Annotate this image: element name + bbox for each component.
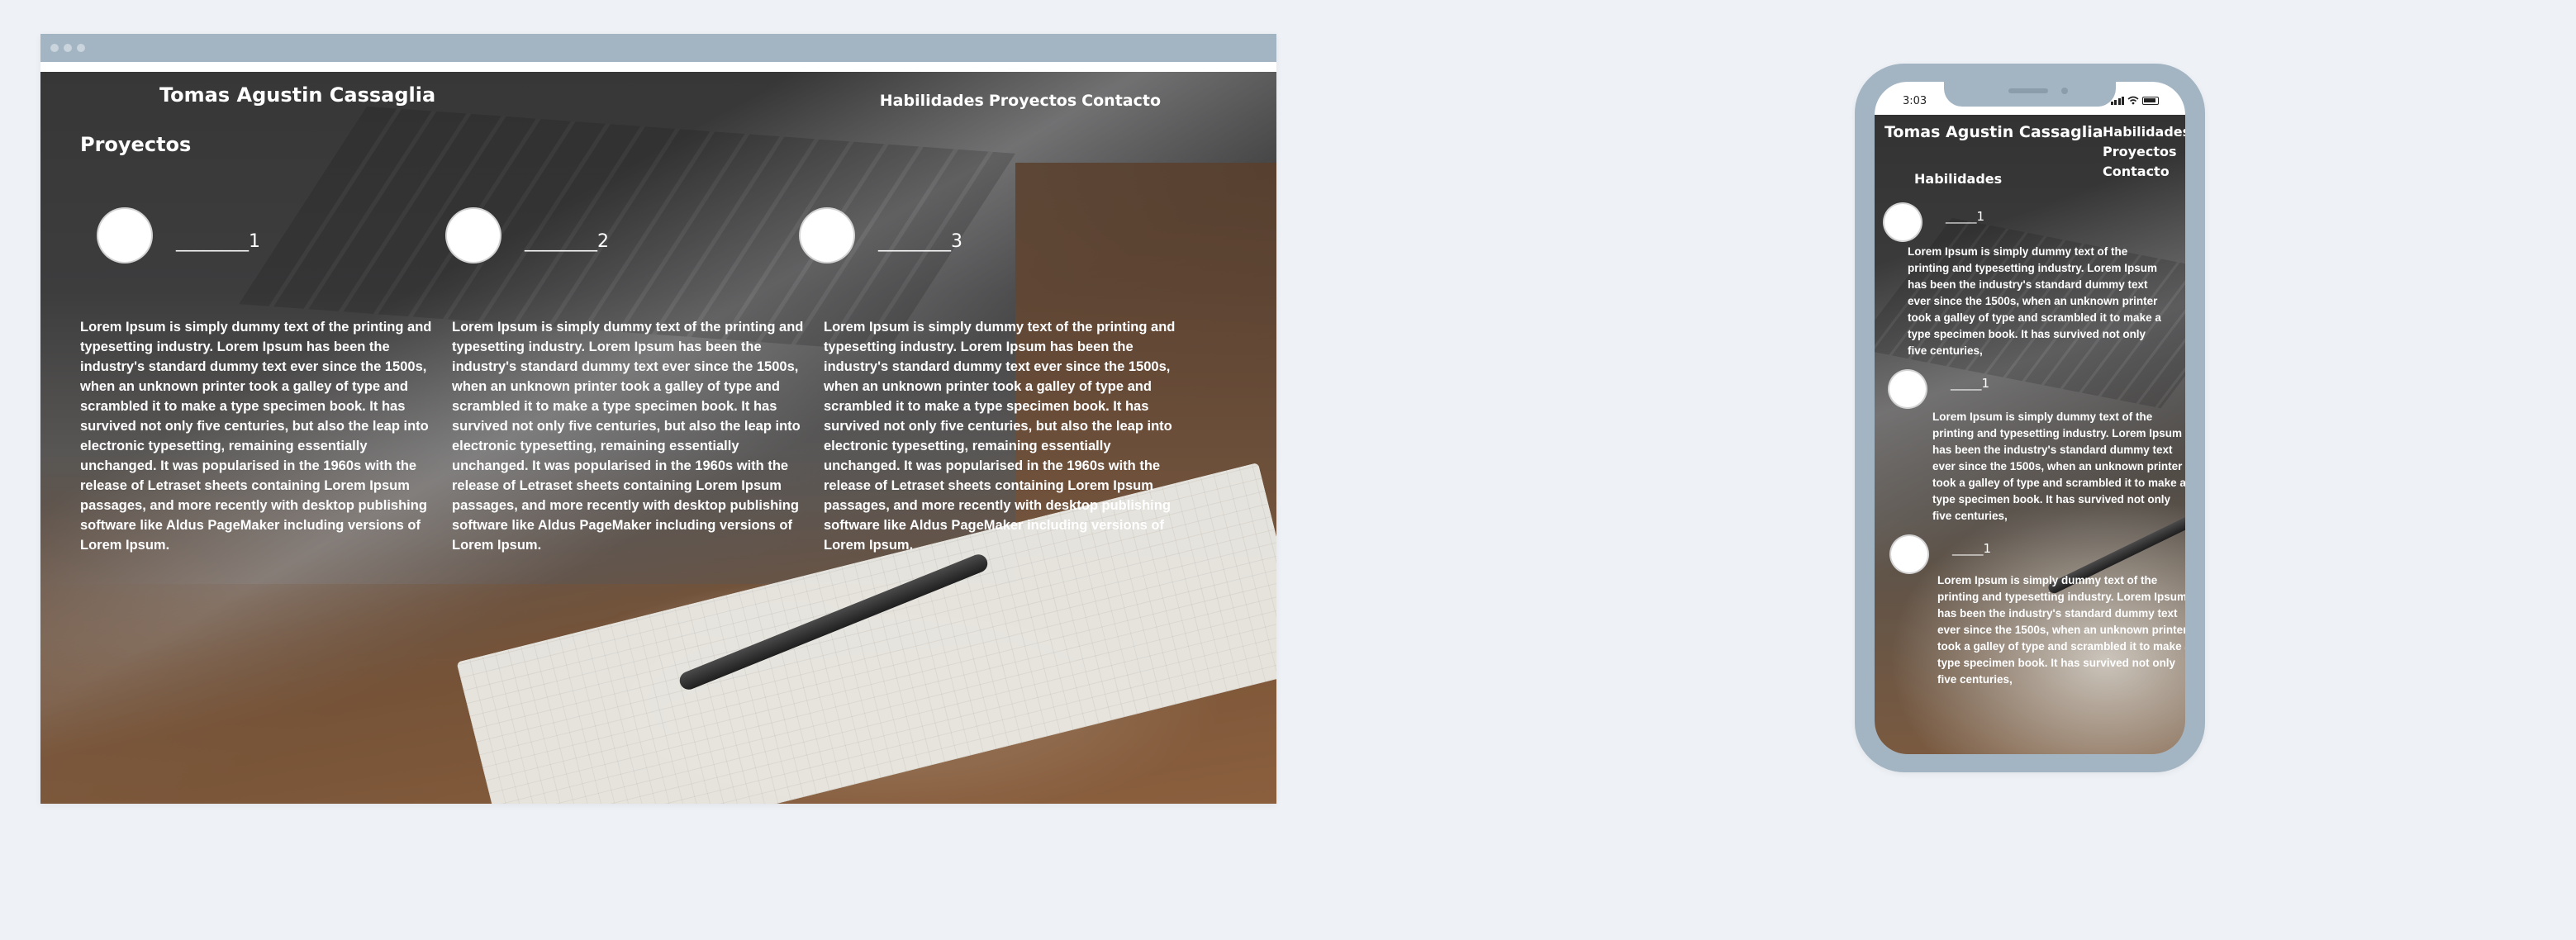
browser-title-bar: [40, 34, 1276, 62]
nav-link-proyectos[interactable]: Proyectos: [2103, 143, 2185, 160]
project-name: ________3: [878, 230, 962, 252]
project-name: _____1: [1951, 376, 1990, 391]
project-description: Lorem Ipsum is simply dummy text of the …: [1908, 245, 2161, 357]
phone-mockup: 3:03 Tomas Agustin Cassaglia Habilidades…: [1855, 64, 2205, 772]
wifi-icon: [2127, 96, 2139, 105]
desktop-browser-mockup: Tomas Agustin Cassaglia Habilidades Proy…: [40, 34, 1276, 804]
project-name: _____1: [1952, 541, 1992, 556]
speaker-icon: [2008, 88, 2048, 93]
status-icons: [2110, 96, 2159, 105]
site-title: Tomas Agustin Cassaglia: [159, 83, 436, 107]
section-title: Habilidades: [1914, 171, 2003, 187]
camera-icon: [2061, 88, 2068, 94]
nav-link-contacto[interactable]: Contacto: [1081, 92, 1161, 110]
nav-link-habilidades[interactable]: Habilidades: [880, 92, 984, 110]
nav-link-habilidades[interactable]: Habilidades: [2103, 123, 2185, 140]
phone-screen: 3:03 Tomas Agustin Cassaglia Habilidades…: [1875, 82, 2185, 754]
project-header: ________1: [97, 207, 260, 263]
project-description: Lorem Ipsum is simply dummy text of the …: [1932, 411, 2185, 522]
project-header: ________2: [445, 207, 609, 263]
project-avatar: [1888, 369, 1927, 409]
nav-link-contacto[interactable]: Contacto: [2103, 163, 2185, 180]
project-description: Lorem Ipsum is simply dummy text of the …: [1937, 574, 2185, 686]
signal-icon: [2110, 96, 2124, 105]
project-header: _____1: [1889, 534, 1991, 574]
project-header: _____1: [1888, 369, 1989, 409]
desktop-viewport: Tomas Agustin Cassaglia Habilidades Proy…: [40, 72, 1276, 804]
site-nav: Habilidades Proyectos Contacto: [2103, 123, 2185, 180]
battery-icon: [2142, 96, 2159, 105]
window-dot-icon: [77, 44, 85, 52]
project-avatar: [799, 207, 855, 263]
project-avatar: [97, 207, 153, 263]
project-description: Lorem Ipsum is simply dummy text of the …: [452, 320, 804, 553]
mobile-viewport: Tomas Agustin Cassaglia Habilidades Proy…: [1875, 115, 2185, 754]
window-dot-icon: [64, 44, 72, 52]
project-name: ________2: [525, 230, 609, 252]
project-header: _____1: [1883, 202, 1984, 242]
project-description: Lorem Ipsum is simply dummy text of the …: [824, 320, 1176, 553]
project-avatar: [445, 207, 501, 263]
site-nav: Habilidades Proyectos Contacto: [880, 92, 1161, 110]
section-title: Proyectos: [80, 133, 192, 156]
project-header: ________3: [799, 207, 962, 263]
status-time: 3:03: [1903, 95, 1927, 107]
nav-link-proyectos[interactable]: Proyectos: [989, 92, 1077, 110]
window-dot-icon: [50, 44, 59, 52]
phone-notch: [1944, 82, 2116, 107]
site-title: Tomas Agustin Cassaglia: [1884, 123, 2103, 141]
project-description: Lorem Ipsum is simply dummy text of the …: [80, 320, 432, 553]
project-avatar: [1883, 202, 1922, 242]
project-name: _____1: [1946, 209, 1985, 224]
project-name: ________1: [176, 230, 260, 252]
browser-address-strip: [40, 62, 1276, 72]
project-avatar: [1889, 534, 1929, 574]
